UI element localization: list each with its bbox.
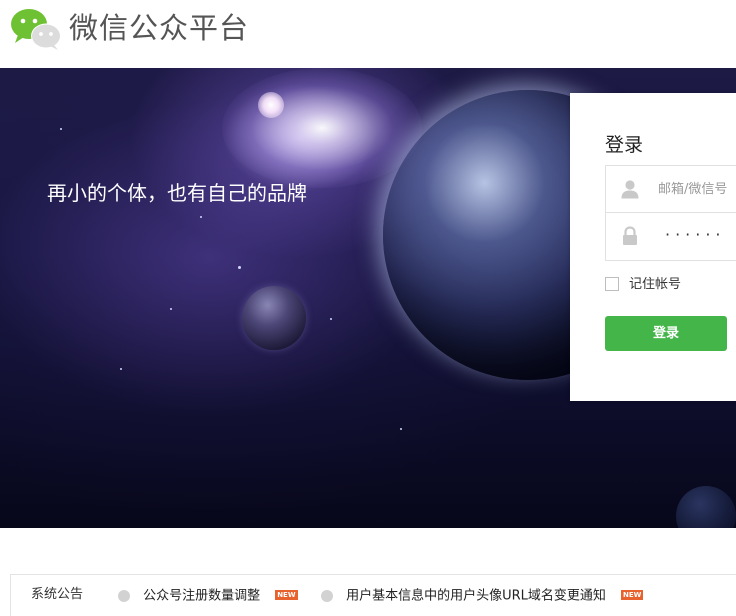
notice-link[interactable]: 公众号注册数量调整 [143,589,260,604]
light-flare-core [258,92,284,118]
banner-slogan: 再小的个体，也有自己的品牌 [47,181,307,205]
bullet-dot-icon [321,589,333,602]
remember-checkbox[interactable] [605,277,619,291]
password-field[interactable]: ······ [605,213,736,261]
header: 微信公众平台 [0,0,736,68]
light-flare [222,68,422,188]
star [200,216,202,218]
system-notice-bar: 系统公告 公众号注册数量调整 NEW 用户基本信息中的用户头像URL域名变更通知… [10,574,736,616]
password-input[interactable]: ······ [665,225,726,244]
notice-item[interactable]: 用户基本信息中的用户头像URL域名变更通知 NEW [321,586,644,604]
login-title: 登录 [605,134,644,156]
remember-label[interactable]: 记住帐号 [629,276,681,294]
notice-item[interactable]: 公众号注册数量调整 NEW [118,586,298,604]
new-badge: NEW [275,589,298,600]
username-input[interactable] [658,166,736,212]
planet-small-illustration [242,286,306,350]
site-title[interactable]: 微信公众平台 [69,10,249,46]
star [120,368,122,370]
wechat-logo-icon[interactable] [10,8,62,50]
star [238,266,241,269]
notice-link[interactable]: 用户基本信息中的用户头像URL域名变更通知 [346,589,606,604]
new-badge: NEW [620,589,644,600]
user-icon [621,180,639,199]
username-field[interactable] [605,165,736,213]
star [170,308,172,310]
star [330,318,332,320]
notice-title: 系统公告 [31,587,84,602]
lock-icon [623,226,637,245]
planet-corner-illustration [676,486,736,528]
login-button[interactable]: 登录 [605,316,727,351]
star [400,428,402,430]
bullet-dot-icon [118,589,130,602]
star [60,128,62,130]
login-panel: 登录 ······ 记住帐号 登录 [570,93,736,401]
